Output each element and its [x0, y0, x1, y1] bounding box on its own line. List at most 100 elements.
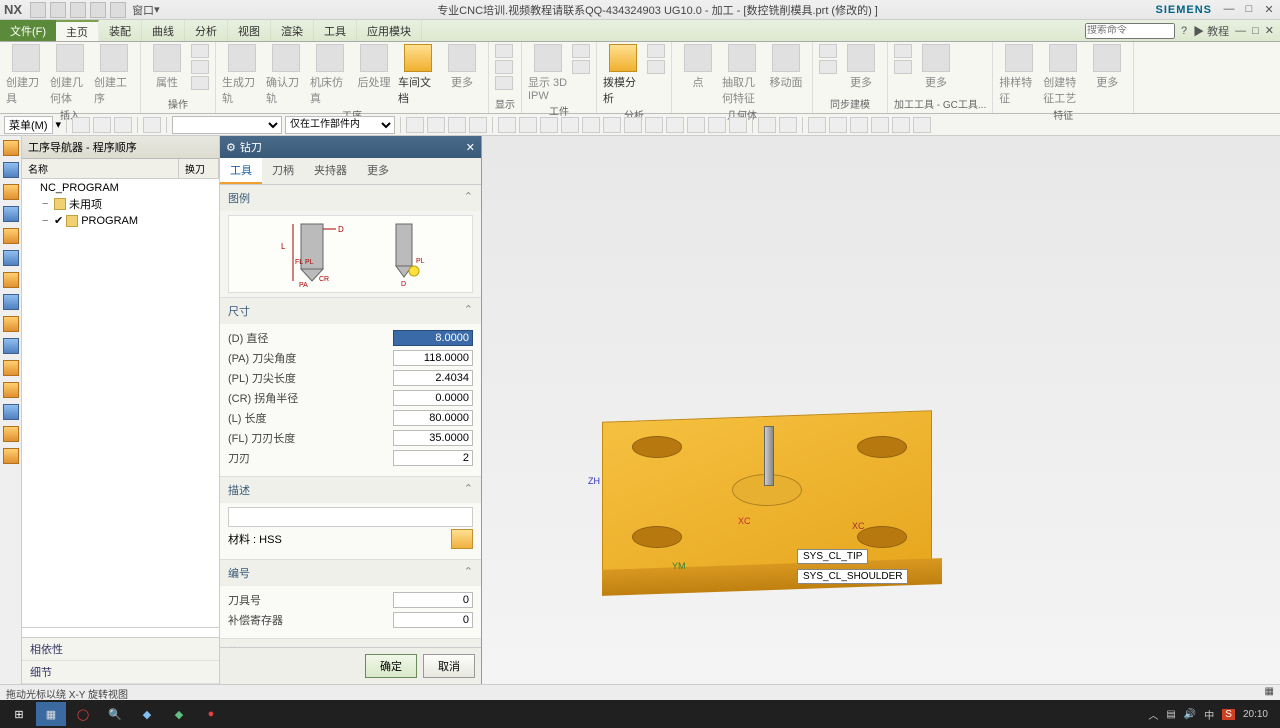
tab-analysis[interactable]: 分析 [185, 20, 228, 41]
tutorial-link[interactable]: ▶ 教程 [1193, 23, 1229, 39]
tb-icon[interactable] [72, 117, 90, 133]
tab-home[interactable]: 主页 [56, 20, 99, 41]
inner-restore-icon[interactable]: □ [1252, 25, 1259, 37]
tb-icon[interactable] [850, 117, 868, 133]
taskbar-search-icon[interactable]: 🔍 [100, 702, 130, 726]
resource-icon[interactable] [3, 426, 19, 442]
create-feature-process-button[interactable]: 创建特征工艺 [1043, 44, 1083, 106]
taskbar-browser-icon[interactable]: ◯ [68, 702, 98, 726]
move-face-button[interactable]: 移动面 [766, 44, 806, 90]
param-edges-input[interactable] [393, 450, 473, 466]
small-icon[interactable] [894, 44, 912, 58]
resource-icon[interactable] [3, 184, 19, 200]
tab-assembly[interactable]: 装配 [99, 20, 142, 41]
help-icon[interactable]: ? [1181, 25, 1187, 37]
tb-icon[interactable] [93, 117, 111, 133]
qat-undo-icon[interactable] [50, 2, 66, 18]
tb-icon[interactable] [540, 117, 558, 133]
status-right-icon[interactable]: ▦ [1265, 686, 1274, 699]
maximize-button[interactable]: □ [1242, 3, 1256, 16]
create-geometry-button[interactable]: 创建几何体 [50, 44, 90, 106]
resource-icon[interactable] [3, 272, 19, 288]
tb-icon[interactable] [913, 117, 931, 133]
section-legend[interactable]: 图例⌃ [220, 185, 481, 211]
tab-tool[interactable]: 工具 [220, 158, 262, 184]
navigator-icon[interactable] [3, 140, 19, 156]
tb-icon[interactable] [519, 117, 537, 133]
tab-shank[interactable]: 刀柄 [262, 158, 304, 184]
create-operation-button[interactable]: 创建工序 [94, 44, 134, 106]
description-input[interactable] [228, 507, 473, 527]
small-icon[interactable] [819, 44, 837, 58]
section-number[interactable]: 编号⌃ [220, 560, 481, 586]
shop-doc-button[interactable]: 车间文档 [398, 44, 438, 106]
tray-ime-icon[interactable]: 中 [1204, 707, 1214, 722]
tree-node-program[interactable]: −✔PROGRAM [26, 213, 215, 228]
create-tool-button[interactable]: 创建刀具 [6, 44, 46, 106]
tb-icon[interactable] [871, 117, 889, 133]
tb-icon[interactable] [498, 117, 516, 133]
param-fl-input[interactable] [393, 430, 473, 446]
navigator-tree[interactable]: NC_PROGRAM −未用项 −✔PROGRAM [22, 179, 219, 627]
tab-view[interactable]: 视图 [228, 20, 271, 41]
taskbar-app-icon[interactable]: ◆ [132, 702, 162, 726]
tab-holder[interactable]: 夹持器 [304, 158, 357, 184]
small-icon[interactable] [572, 60, 590, 74]
tb-icon[interactable] [808, 117, 826, 133]
3d-viewport[interactable]: XC ZH SYS_CL_TIP SYS_CL_SHOULDER XC YM [482, 136, 1280, 684]
file-tab[interactable]: 文件(F) [0, 20, 56, 41]
callout-tip[interactable]: SYS_CL_TIP [797, 549, 868, 564]
generate-toolpath-button[interactable]: 生成刀轨 [222, 44, 262, 106]
tray-sogou-icon[interactable]: S [1222, 709, 1235, 720]
qat-save-icon[interactable] [30, 2, 46, 18]
sync-more-button[interactable]: 更多 [841, 44, 881, 90]
tb-icon[interactable] [779, 117, 797, 133]
part-navigator-icon[interactable] [3, 162, 19, 178]
tb-icon[interactable] [829, 117, 847, 133]
tb-icon[interactable] [561, 117, 579, 133]
pattern-feature-button[interactable]: 排样特征 [999, 44, 1039, 106]
tb-icon[interactable] [406, 117, 424, 133]
tab-render[interactable]: 渲染 [271, 20, 314, 41]
tb-icon[interactable] [758, 117, 776, 133]
resource-icon[interactable] [3, 228, 19, 244]
start-button[interactable]: ⊞ [4, 702, 34, 726]
tab-tools[interactable]: 工具 [314, 20, 357, 41]
show-3d-ipw-button[interactable]: 显示 3D IPW [528, 44, 568, 102]
extract-geom-button[interactable]: 抽取几何特征 [722, 44, 762, 106]
small-icon[interactable] [191, 60, 209, 74]
resource-icon[interactable] [3, 404, 19, 420]
param-pl-input[interactable] [393, 370, 473, 386]
tree-node-nc-program[interactable]: NC_PROGRAM [26, 181, 215, 195]
draft-analysis-button[interactable]: 拨模分析 [603, 44, 643, 106]
tray-clock[interactable]: 20:10 [1243, 709, 1268, 720]
small-icon[interactable] [572, 44, 590, 58]
taskbar-explorer-icon[interactable]: ▦ [36, 702, 66, 726]
resource-icon[interactable] [3, 382, 19, 398]
param-l-input[interactable] [393, 410, 473, 426]
tab-curve[interactable]: 曲线 [142, 20, 185, 41]
taskbar-record-icon[interactable]: ● [196, 702, 226, 726]
tool-number-input[interactable] [393, 592, 473, 608]
tray-network-icon[interactable]: ▤ [1166, 709, 1175, 720]
inner-close-icon[interactable]: ✕ [1265, 24, 1274, 37]
more-button[interactable]: 更多 [442, 44, 482, 90]
selection-scope-combo[interactable]: 仅在工作部件内 [285, 116, 395, 134]
point-button[interactable]: 点 [678, 44, 718, 90]
small-icon[interactable] [495, 60, 513, 74]
tab-more[interactable]: 更多 [357, 158, 399, 184]
small-icon[interactable] [647, 60, 665, 74]
small-icon[interactable] [191, 76, 209, 90]
param-pa-input[interactable] [393, 350, 473, 366]
material-picker-button[interactable] [451, 529, 473, 549]
minimize-button[interactable]: — [1222, 3, 1236, 16]
tb-icon[interactable] [624, 117, 642, 133]
section-description[interactable]: 描述⌃ [220, 477, 481, 503]
resource-icon[interactable] [3, 316, 19, 332]
machine-sim-button[interactable]: 机床仿真 [310, 44, 350, 106]
resource-icon[interactable] [3, 338, 19, 354]
gear-icon[interactable]: ⚙ [226, 141, 236, 154]
properties-button[interactable]: 属性 [147, 44, 187, 90]
tb-icon[interactable] [143, 117, 161, 133]
small-icon[interactable] [894, 60, 912, 74]
